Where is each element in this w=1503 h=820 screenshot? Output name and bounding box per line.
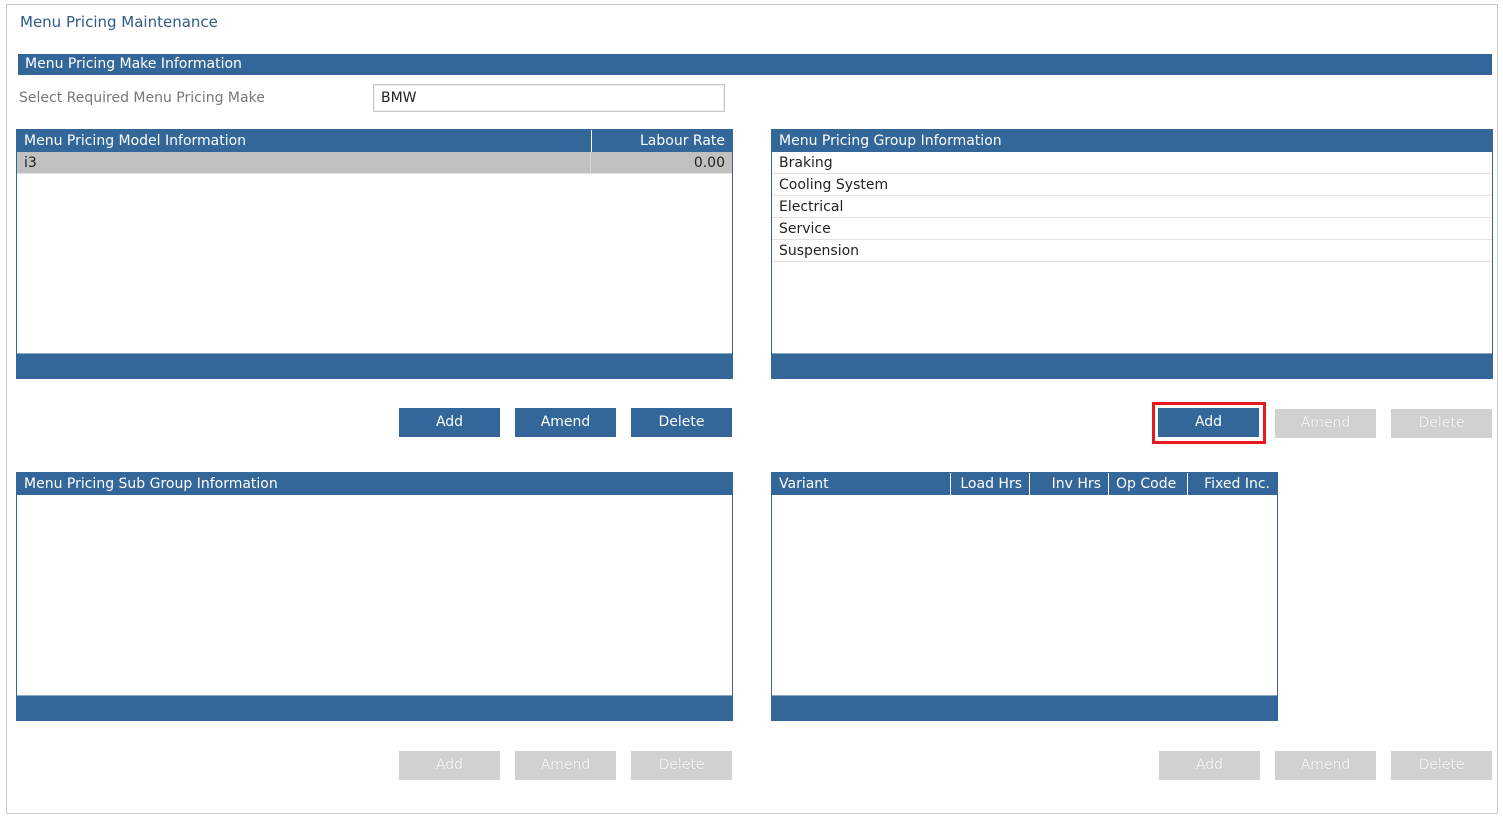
model-delete-button[interactable]: Delete xyxy=(631,408,732,437)
fixed-inc-column-header[interactable]: Fixed Inc. xyxy=(1187,473,1277,495)
make-select-label: Select Required Menu Pricing Make xyxy=(19,90,265,106)
model-grid: Menu Pricing Model Information Labour Ra… xyxy=(16,129,733,379)
table-row[interactable]: i3 0.00 xyxy=(17,152,732,174)
group-cell: Service xyxy=(779,221,831,237)
make-input[interactable]: BMW xyxy=(373,84,725,112)
variant-add-button[interactable]: Add xyxy=(1159,751,1260,780)
load-hrs-column-header[interactable]: Load Hrs xyxy=(950,473,1029,495)
model-grid-body: i3 0.00 xyxy=(17,152,732,353)
inv-hrs-column-header[interactable]: Inv Hrs xyxy=(1029,473,1108,495)
labour-rate-column-header[interactable]: Labour Rate xyxy=(591,130,732,152)
model-cell: i3 xyxy=(17,152,591,173)
page-title: Menu Pricing Maintenance xyxy=(20,13,218,31)
variant-amend-button[interactable]: Amend xyxy=(1275,751,1376,780)
group-grid: Menu Pricing Group Information Braking C… xyxy=(771,129,1493,379)
subgroup-grid: Menu Pricing Sub Group Information xyxy=(16,472,733,721)
op-code-column-header[interactable]: Op Code xyxy=(1108,473,1187,495)
subgroup-delete-button[interactable]: Delete xyxy=(631,751,732,780)
model-add-button[interactable]: Add xyxy=(399,408,500,437)
subgroup-add-button[interactable]: Add xyxy=(399,751,500,780)
list-item[interactable]: Cooling System xyxy=(772,174,1492,196)
subgroup-grid-body xyxy=(17,495,732,695)
subgroup-column-header[interactable]: Menu Pricing Sub Group Information xyxy=(17,473,732,495)
group-column-header[interactable]: Menu Pricing Group Information xyxy=(772,130,1492,152)
group-cell: Electrical xyxy=(779,199,844,215)
variant-grid-body xyxy=(772,495,1277,695)
model-amend-button[interactable]: Amend xyxy=(515,408,616,437)
list-item[interactable]: Electrical xyxy=(772,196,1492,218)
group-cell: Braking xyxy=(779,155,833,171)
group-grid-header: Menu Pricing Group Information xyxy=(772,130,1492,152)
variant-grid-header: Variant Load Hrs Inv Hrs Op Code Fixed I… xyxy=(772,473,1277,495)
group-add-button[interactable]: Add xyxy=(1158,408,1259,437)
list-item[interactable]: Service xyxy=(772,218,1492,240)
group-cell: Suspension xyxy=(779,243,860,259)
group-amend-button[interactable]: Amend xyxy=(1275,409,1376,438)
model-grid-header: Menu Pricing Model Information Labour Ra… xyxy=(17,130,732,152)
group-cell: Cooling System xyxy=(779,177,889,193)
variant-grid-footer xyxy=(772,695,1277,720)
group-grid-body: Braking Cooling System Electrical Servic… xyxy=(772,152,1492,353)
labour-rate-cell: 0.00 xyxy=(693,155,725,171)
group-grid-footer xyxy=(772,353,1492,378)
make-section-header: Menu Pricing Make Information xyxy=(18,54,1492,75)
variant-column-header[interactable]: Variant xyxy=(772,473,950,495)
variant-grid: Variant Load Hrs Inv Hrs Op Code Fixed I… xyxy=(771,472,1278,721)
variant-delete-button[interactable]: Delete xyxy=(1391,751,1492,780)
list-item[interactable]: Braking xyxy=(772,152,1492,174)
model-grid-footer xyxy=(17,353,732,378)
subgroup-grid-footer xyxy=(17,695,732,720)
subgroup-grid-header: Menu Pricing Sub Group Information xyxy=(17,473,732,495)
list-item[interactable]: Suspension xyxy=(772,240,1492,262)
group-delete-button[interactable]: Delete xyxy=(1391,409,1492,438)
model-column-header[interactable]: Menu Pricing Model Information xyxy=(17,130,591,152)
subgroup-amend-button[interactable]: Amend xyxy=(515,751,616,780)
